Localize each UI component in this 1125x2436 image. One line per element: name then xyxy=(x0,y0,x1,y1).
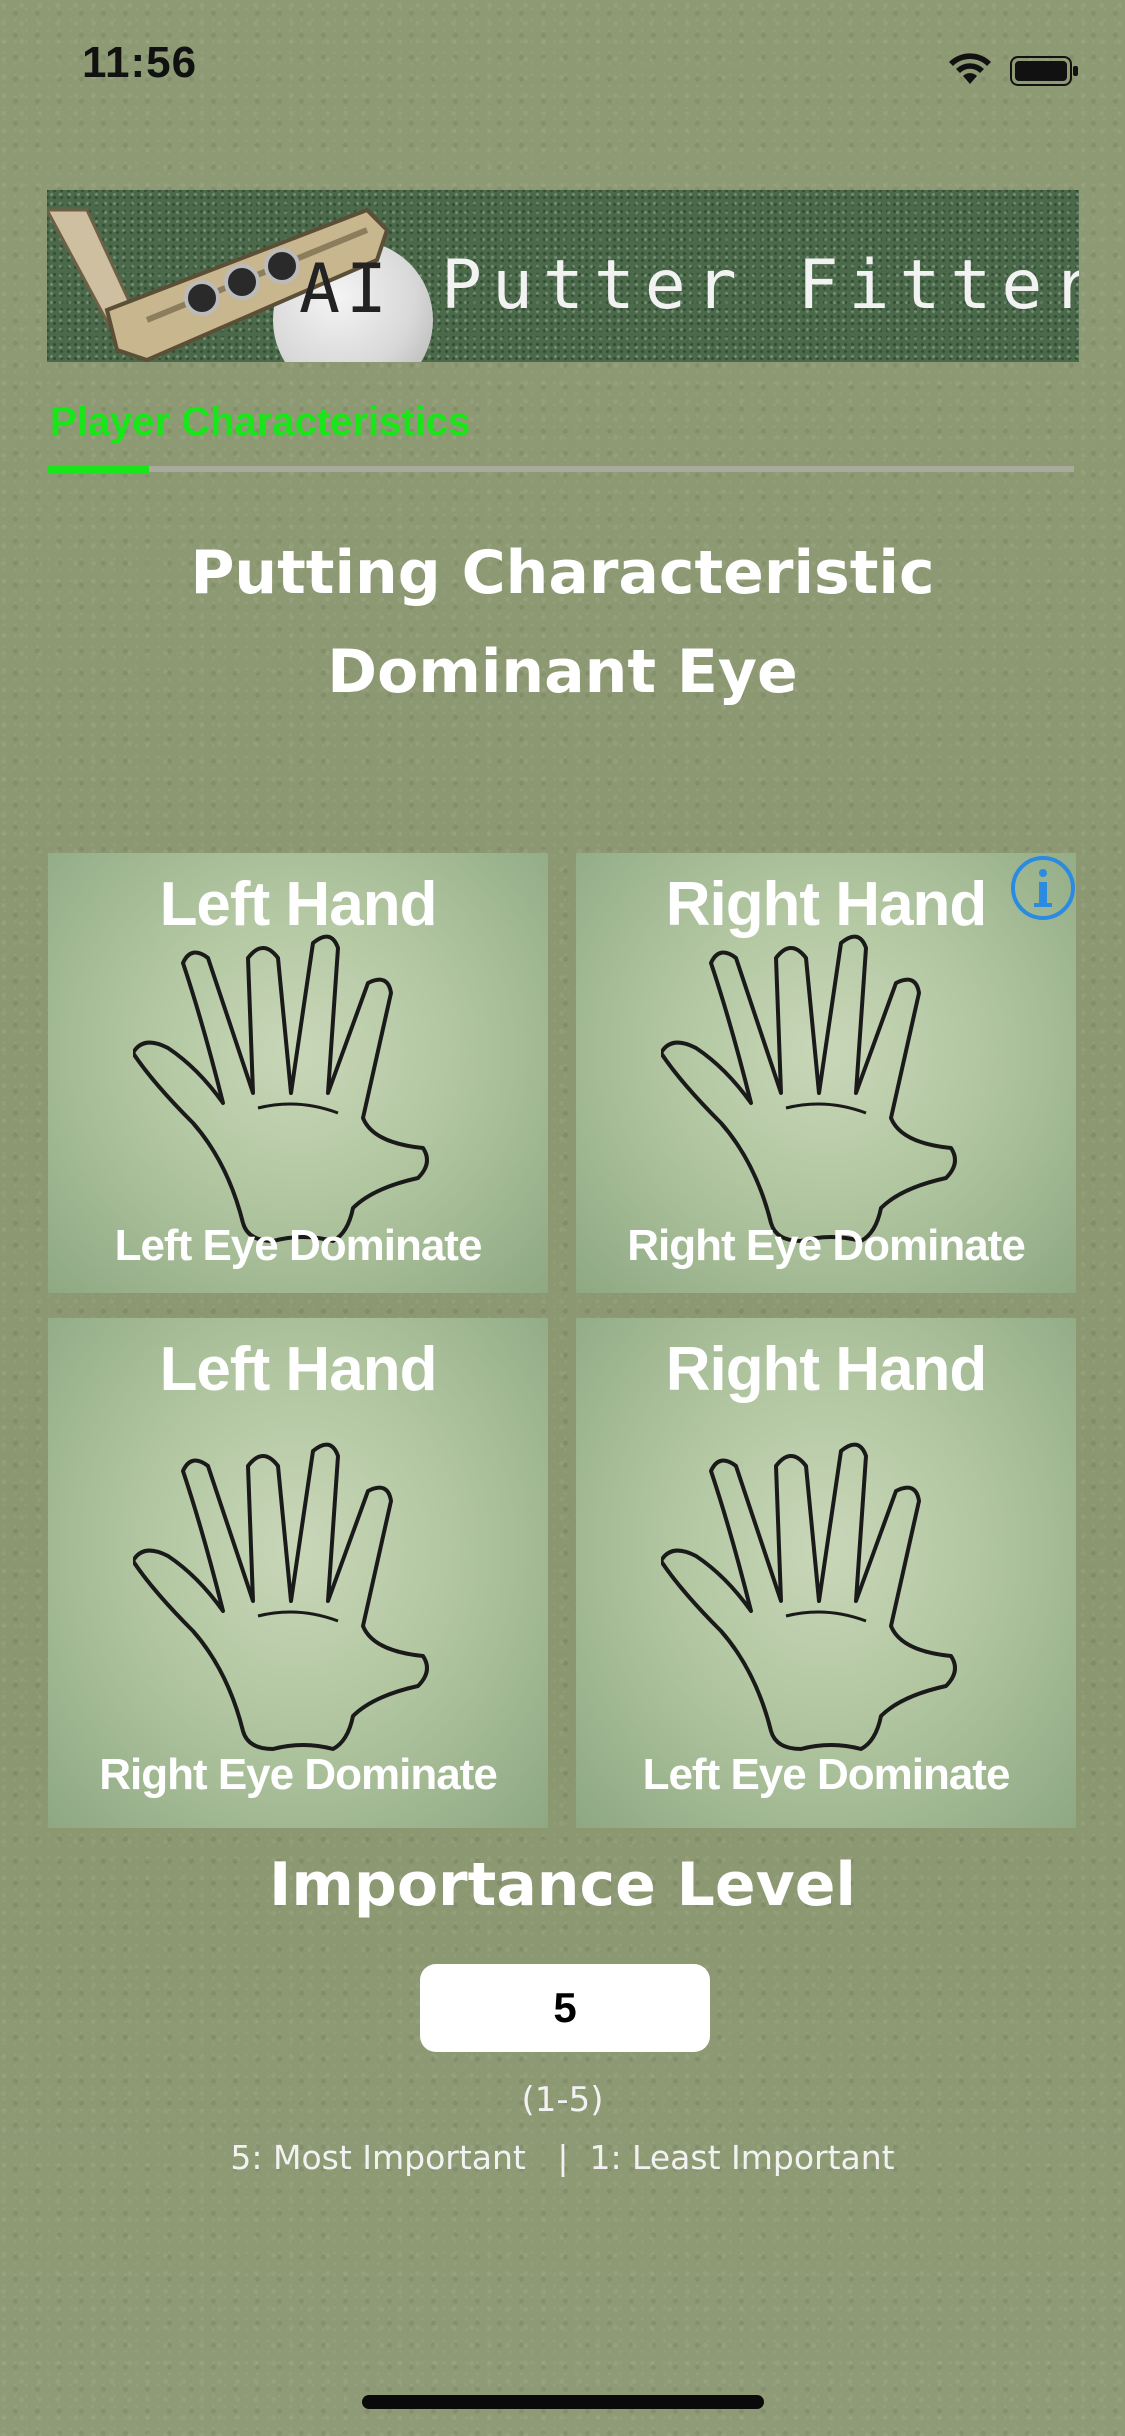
option-eye-label: Right Eye Dominate xyxy=(627,1221,1026,1270)
option-eye-label: Left Eye Dominate xyxy=(642,1750,1011,1799)
option-eye-label: Left Eye Dominate xyxy=(114,1221,483,1270)
battery-icon xyxy=(1010,56,1078,86)
option-hand-label: Left Hand xyxy=(159,1335,438,1404)
importance-heading: Importance Level xyxy=(269,1850,856,1920)
status-time: 11:56 xyxy=(82,38,198,87)
option-left-hand-left-eye[interactable]: Left Hand Left Eye Dominate xyxy=(48,853,548,1293)
importance-legend: 5: Most Important | 1: Least Important xyxy=(230,2138,895,2177)
banner-title: Putter Fitter xyxy=(441,246,1079,325)
hand-icon xyxy=(661,934,957,1243)
tab-indicator xyxy=(47,466,149,474)
importance-range: (1-5) xyxy=(521,2080,604,2120)
banner-ai-text: AI xyxy=(299,250,393,329)
app-banner: AI Putter Fitter xyxy=(47,190,1079,362)
importance-level-field[interactable]: 5 xyxy=(420,1964,710,2052)
page-subtitle: Dominant Eye xyxy=(327,637,798,707)
option-right-hand-left-eye[interactable]: Right Hand Left Eye Dominate xyxy=(576,1318,1076,1828)
tab-player-characteristics[interactable]: Player Characteristics xyxy=(50,400,470,445)
page-title: Putting Characteristic xyxy=(190,538,935,608)
option-hand-label: Right Hand xyxy=(665,1335,988,1404)
option-left-hand-right-eye[interactable]: Left Hand Right Eye Dominate xyxy=(48,1318,548,1828)
hand-icon xyxy=(133,1442,429,1751)
option-eye-label: Right Eye Dominate xyxy=(99,1750,498,1799)
hand-icon xyxy=(661,1442,957,1751)
wifi-icon xyxy=(949,53,991,84)
hand-icon xyxy=(133,934,429,1243)
home-indicator[interactable] xyxy=(362,2395,764,2409)
tab-track xyxy=(47,466,1074,472)
option-right-hand-right-eye[interactable]: Right Hand Right Eye Dominate xyxy=(576,853,1076,1293)
status-bar: 11:56 xyxy=(0,0,1125,130)
info-icon[interactable] xyxy=(1010,855,1076,921)
